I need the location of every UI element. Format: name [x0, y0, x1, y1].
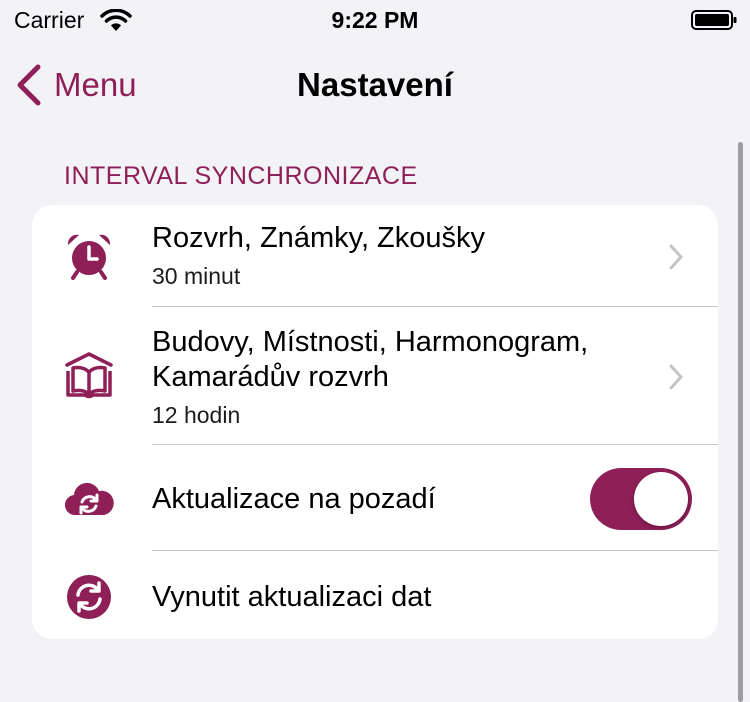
row-subtitle: 12 hodin	[152, 402, 241, 428]
row-title: Aktualizace na pozadí	[152, 483, 436, 515]
refresh-icon	[67, 575, 111, 619]
navigation-bar: Menu Nastavení	[0, 56, 750, 114]
status-bar: Carrier 9:22 PM	[0, 0, 750, 40]
section-header: INTERVAL SYNCHRONIZACE	[64, 162, 418, 190]
cloud-sync-icon	[64, 482, 114, 516]
row-subtitle: 30 minut	[152, 263, 241, 289]
scrollbar[interactable]	[738, 142, 743, 702]
page-title: Nastavení	[297, 66, 453, 103]
row-title: Rozvrh, Známky, Zkoušky	[152, 222, 486, 254]
book-icon	[65, 352, 113, 399]
battery-icon	[691, 10, 737, 30]
list-item-sync-schedule[interactable]: Rozvrh, Známky, Zkoušky 30 minut	[32, 205, 718, 306]
row-title-line2: Kamarádův rozvrh	[152, 361, 389, 393]
status-time: 9:22 PM	[331, 7, 419, 33]
list-item-force-refresh[interactable]: Vynutit aktualizaci dat	[32, 551, 718, 639]
row-title-line1: Budovy, Místnosti, Harmonogram,	[152, 326, 589, 358]
chevron-right-icon	[669, 244, 683, 270]
settings-group: Rozvrh, Známky, Zkoušky 30 minut Budovy,…	[32, 205, 718, 639]
background-refresh-toggle[interactable]	[590, 468, 692, 530]
row-title: Vynutit aktualizaci dat	[152, 581, 432, 613]
chevron-right-icon	[669, 364, 683, 390]
toggle-knob	[634, 472, 688, 526]
list-item-buildings-schedule[interactable]: Budovy, Místnosti, Harmonogram, Kamarádů…	[32, 307, 718, 444]
alarm-clock-icon	[67, 234, 111, 280]
